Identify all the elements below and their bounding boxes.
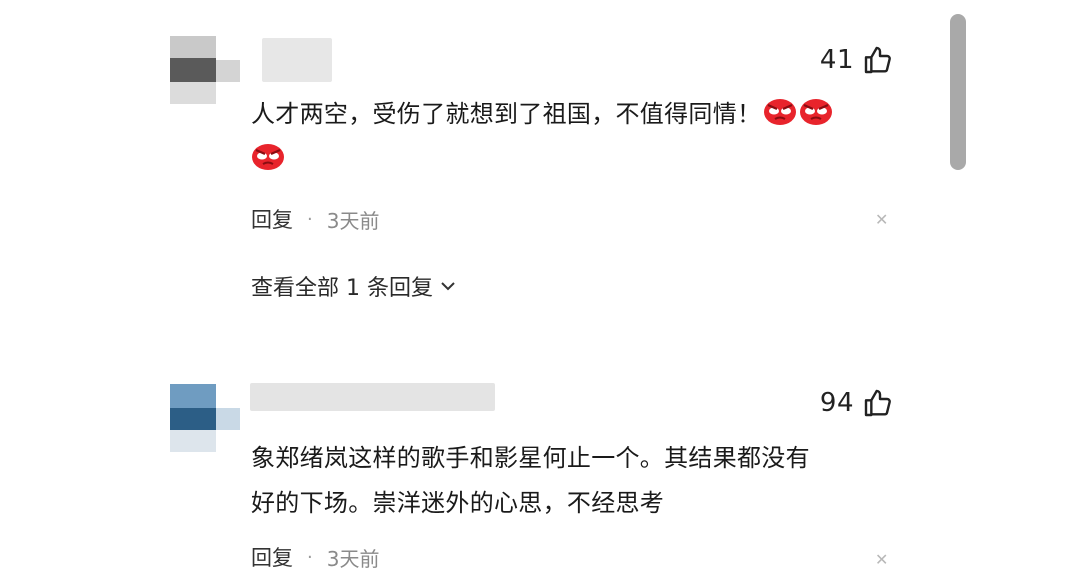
comment-text: 象郑绪岚这样的歌手和影星何止一个。其结果都没有 好的下场。崇洋迷外的心思，不经思… (251, 436, 901, 526)
view-replies-label: 查看全部 1 条回复 (251, 276, 433, 301)
angry-face-emoji-icon (763, 97, 797, 127)
comment-text-content: 人才两空，受伤了就想到了祖国，不值得同情！ (251, 100, 762, 128)
comment-meta: 回复 · 3天前 (251, 204, 379, 234)
avatar[interactable] (170, 36, 240, 104)
comment-text: 人才两空，受伤了就想到了祖国，不值得同情！ (251, 92, 901, 182)
avatar[interactable] (170, 384, 240, 452)
like-button[interactable]: 41 (820, 44, 894, 76)
comment-text-line-2: 好的下场。崇洋迷外的心思，不经思考 (251, 489, 665, 517)
username-blurred[interactable] (262, 38, 332, 82)
timestamp: 3天前 (326, 208, 380, 233)
close-icon[interactable]: ✕ (875, 210, 888, 229)
close-icon[interactable]: ✕ (875, 550, 888, 569)
like-count: 41 (819, 45, 854, 75)
separator-dot: · (307, 208, 313, 230)
angry-face-emoji-icon (799, 97, 833, 127)
view-all-replies-button[interactable]: 查看全部 1 条回复 (251, 270, 457, 302)
angry-face-emoji-icon (251, 142, 285, 172)
comment-text-line-1: 象郑绪岚这样的歌手和影星何止一个。其结果都没有 (251, 444, 810, 472)
like-button[interactable]: 94 (820, 387, 894, 419)
like-count: 94 (819, 388, 854, 418)
reply-button[interactable]: 回复 (251, 204, 293, 234)
timestamp: 3天前 (326, 546, 380, 571)
comment-meta: 回复 · 3天前 (251, 542, 379, 572)
thumbs-up-icon[interactable] (862, 44, 894, 76)
username-blurred[interactable] (250, 383, 495, 411)
thumbs-up-icon[interactable] (862, 387, 894, 419)
separator-dot: · (307, 546, 313, 568)
chevron-down-icon (441, 282, 455, 291)
scrollbar-thumb[interactable] (950, 14, 966, 170)
reply-button[interactable]: 回复 (251, 542, 293, 572)
